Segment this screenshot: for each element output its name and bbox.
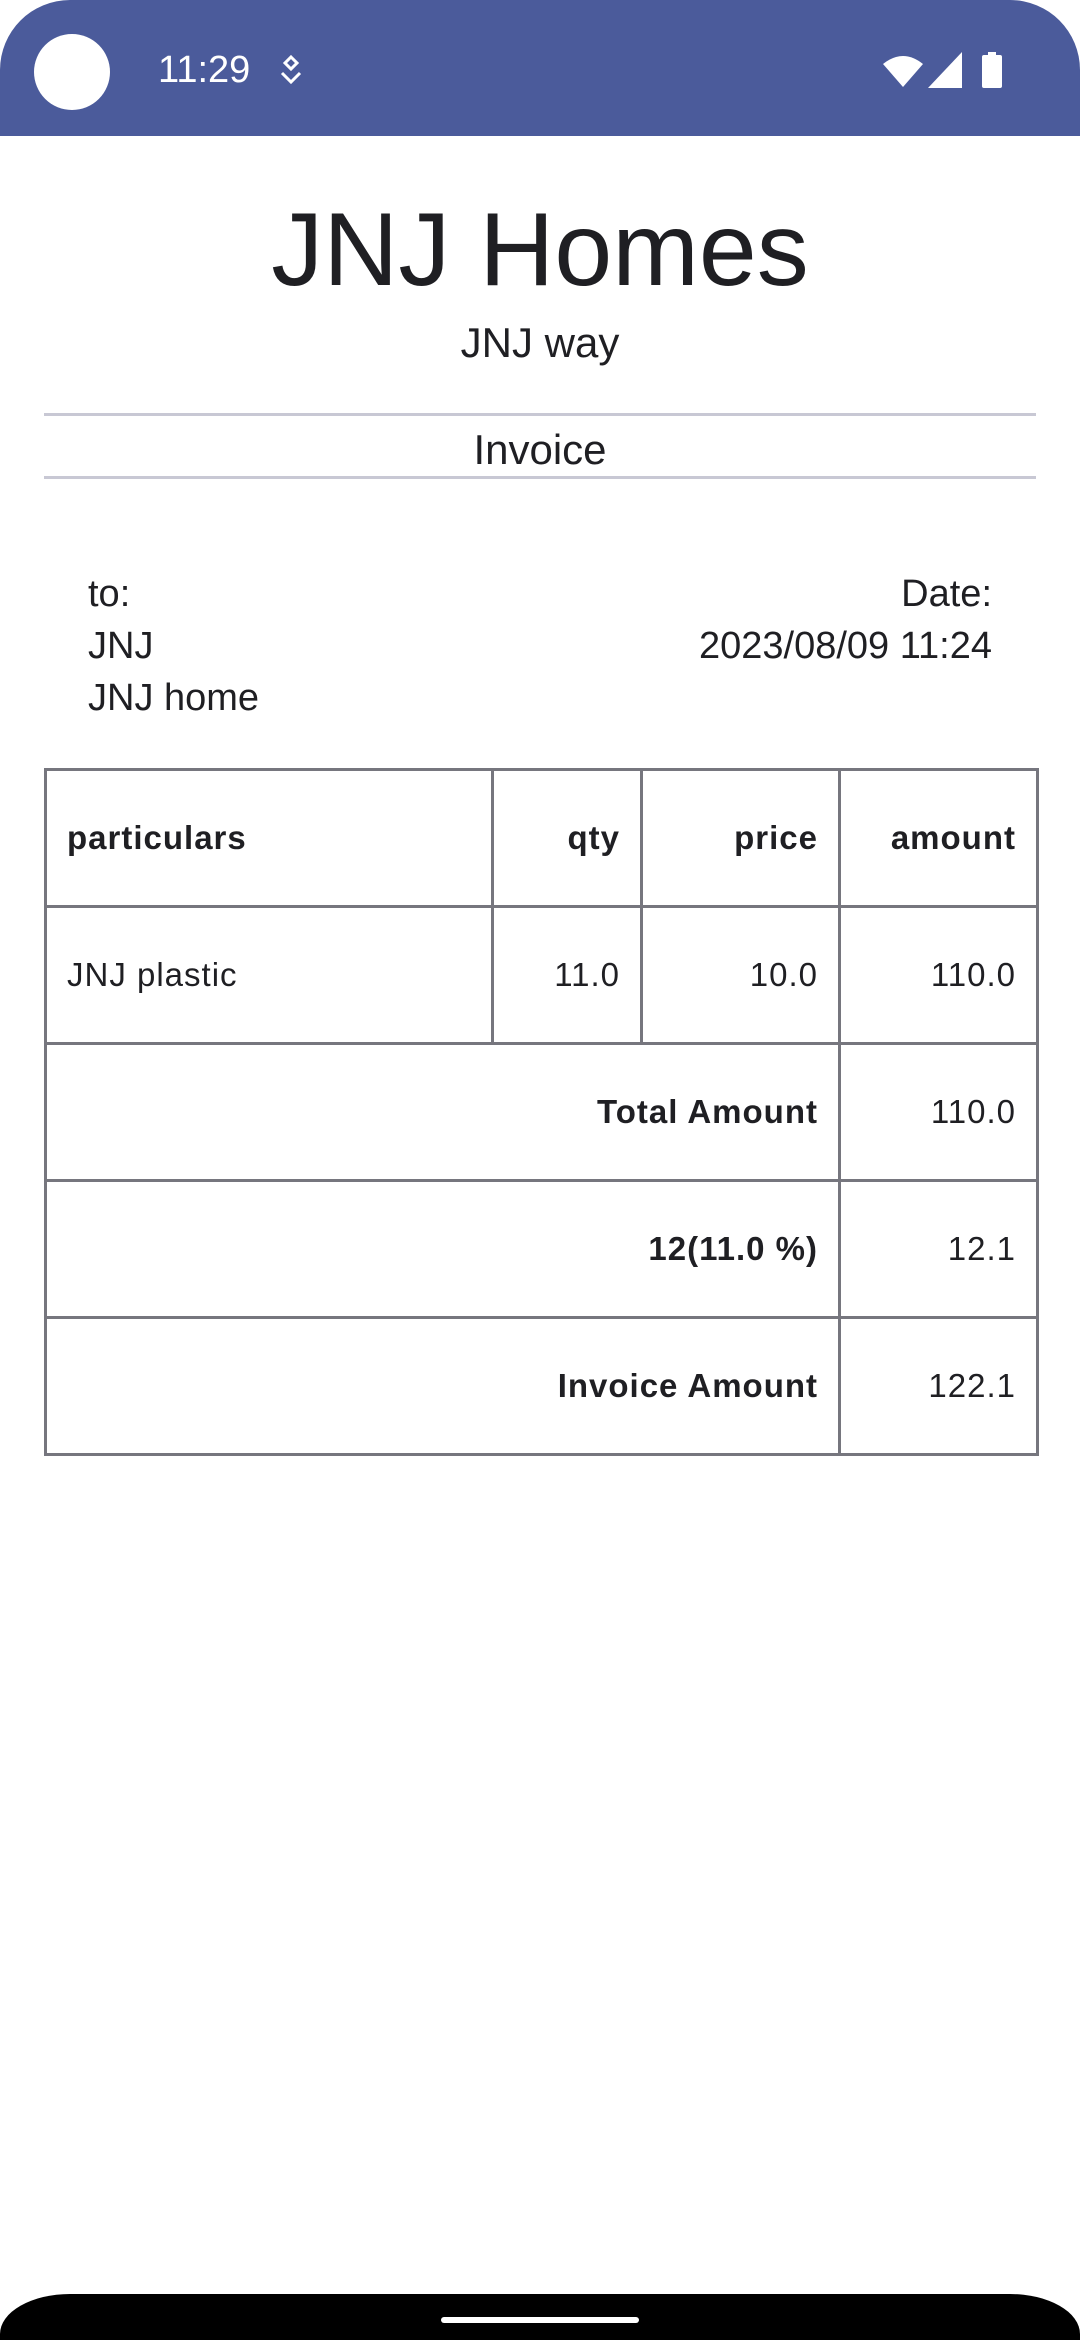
signal-icon	[928, 52, 962, 88]
invoice-amount-label: Invoice Amount	[44, 1316, 841, 1456]
cell-price: 10.0	[640, 905, 841, 1045]
tax-value: 12.1	[838, 1179, 1039, 1319]
divider-bottom	[44, 476, 1036, 479]
status-bar: 11:29	[0, 0, 1080, 136]
cell-amount: 110.0	[838, 905, 1039, 1045]
invoice-amount-row: Invoice Amount 122.1	[44, 1316, 1039, 1456]
divider-top	[44, 413, 1036, 416]
table-row: JNJ plastic 11.0 10.0 110.0	[44, 905, 1039, 1045]
company-tagline: JNJ way	[460, 319, 620, 366]
document-title: Invoice	[473, 426, 607, 473]
total-row: Total Amount 110.0	[44, 1042, 1039, 1182]
column-header-qty: qty	[491, 768, 643, 908]
total-amount-value: 110.0	[838, 1042, 1039, 1182]
wifi-icon	[883, 56, 923, 87]
home-indicator[interactable]	[441, 2317, 639, 2323]
date-block: Date: 2023/08/09 11:24	[699, 568, 992, 672]
invoice-amount-value: 122.1	[838, 1316, 1039, 1456]
bill-to-address: JNJ home	[88, 677, 260, 719]
cell-qty: 11.0	[491, 905, 643, 1045]
total-amount-label: Total Amount	[44, 1042, 841, 1182]
bill-to-block: to: JNJ JNJ home	[88, 568, 259, 724]
bill-to-name: JNJ	[88, 625, 154, 667]
column-header-amount: amount	[838, 768, 1039, 908]
table-header-row: particulars qty price amount	[44, 768, 1039, 908]
notification-icon	[280, 54, 302, 85]
date-label: Date:	[901, 573, 992, 615]
column-header-price: price	[640, 768, 841, 908]
tax-label: 12(11.0 %)	[44, 1179, 841, 1319]
column-header-particulars: particulars	[44, 768, 494, 908]
cell-particulars: JNJ plastic	[44, 905, 494, 1045]
date-value: 2023/08/09 11:24	[698, 625, 992, 667]
company-name: JNJ Homes	[271, 192, 809, 308]
status-time: 11:29	[158, 49, 251, 91]
bill-to-label: to:	[88, 573, 131, 615]
camera-cutout	[34, 34, 110, 110]
battery-icon	[982, 52, 1002, 88]
tax-row: 12(11.0 %) 12.1	[44, 1179, 1039, 1319]
invoice-table: particulars qty price amount JNJ plastic…	[44, 768, 1039, 1456]
